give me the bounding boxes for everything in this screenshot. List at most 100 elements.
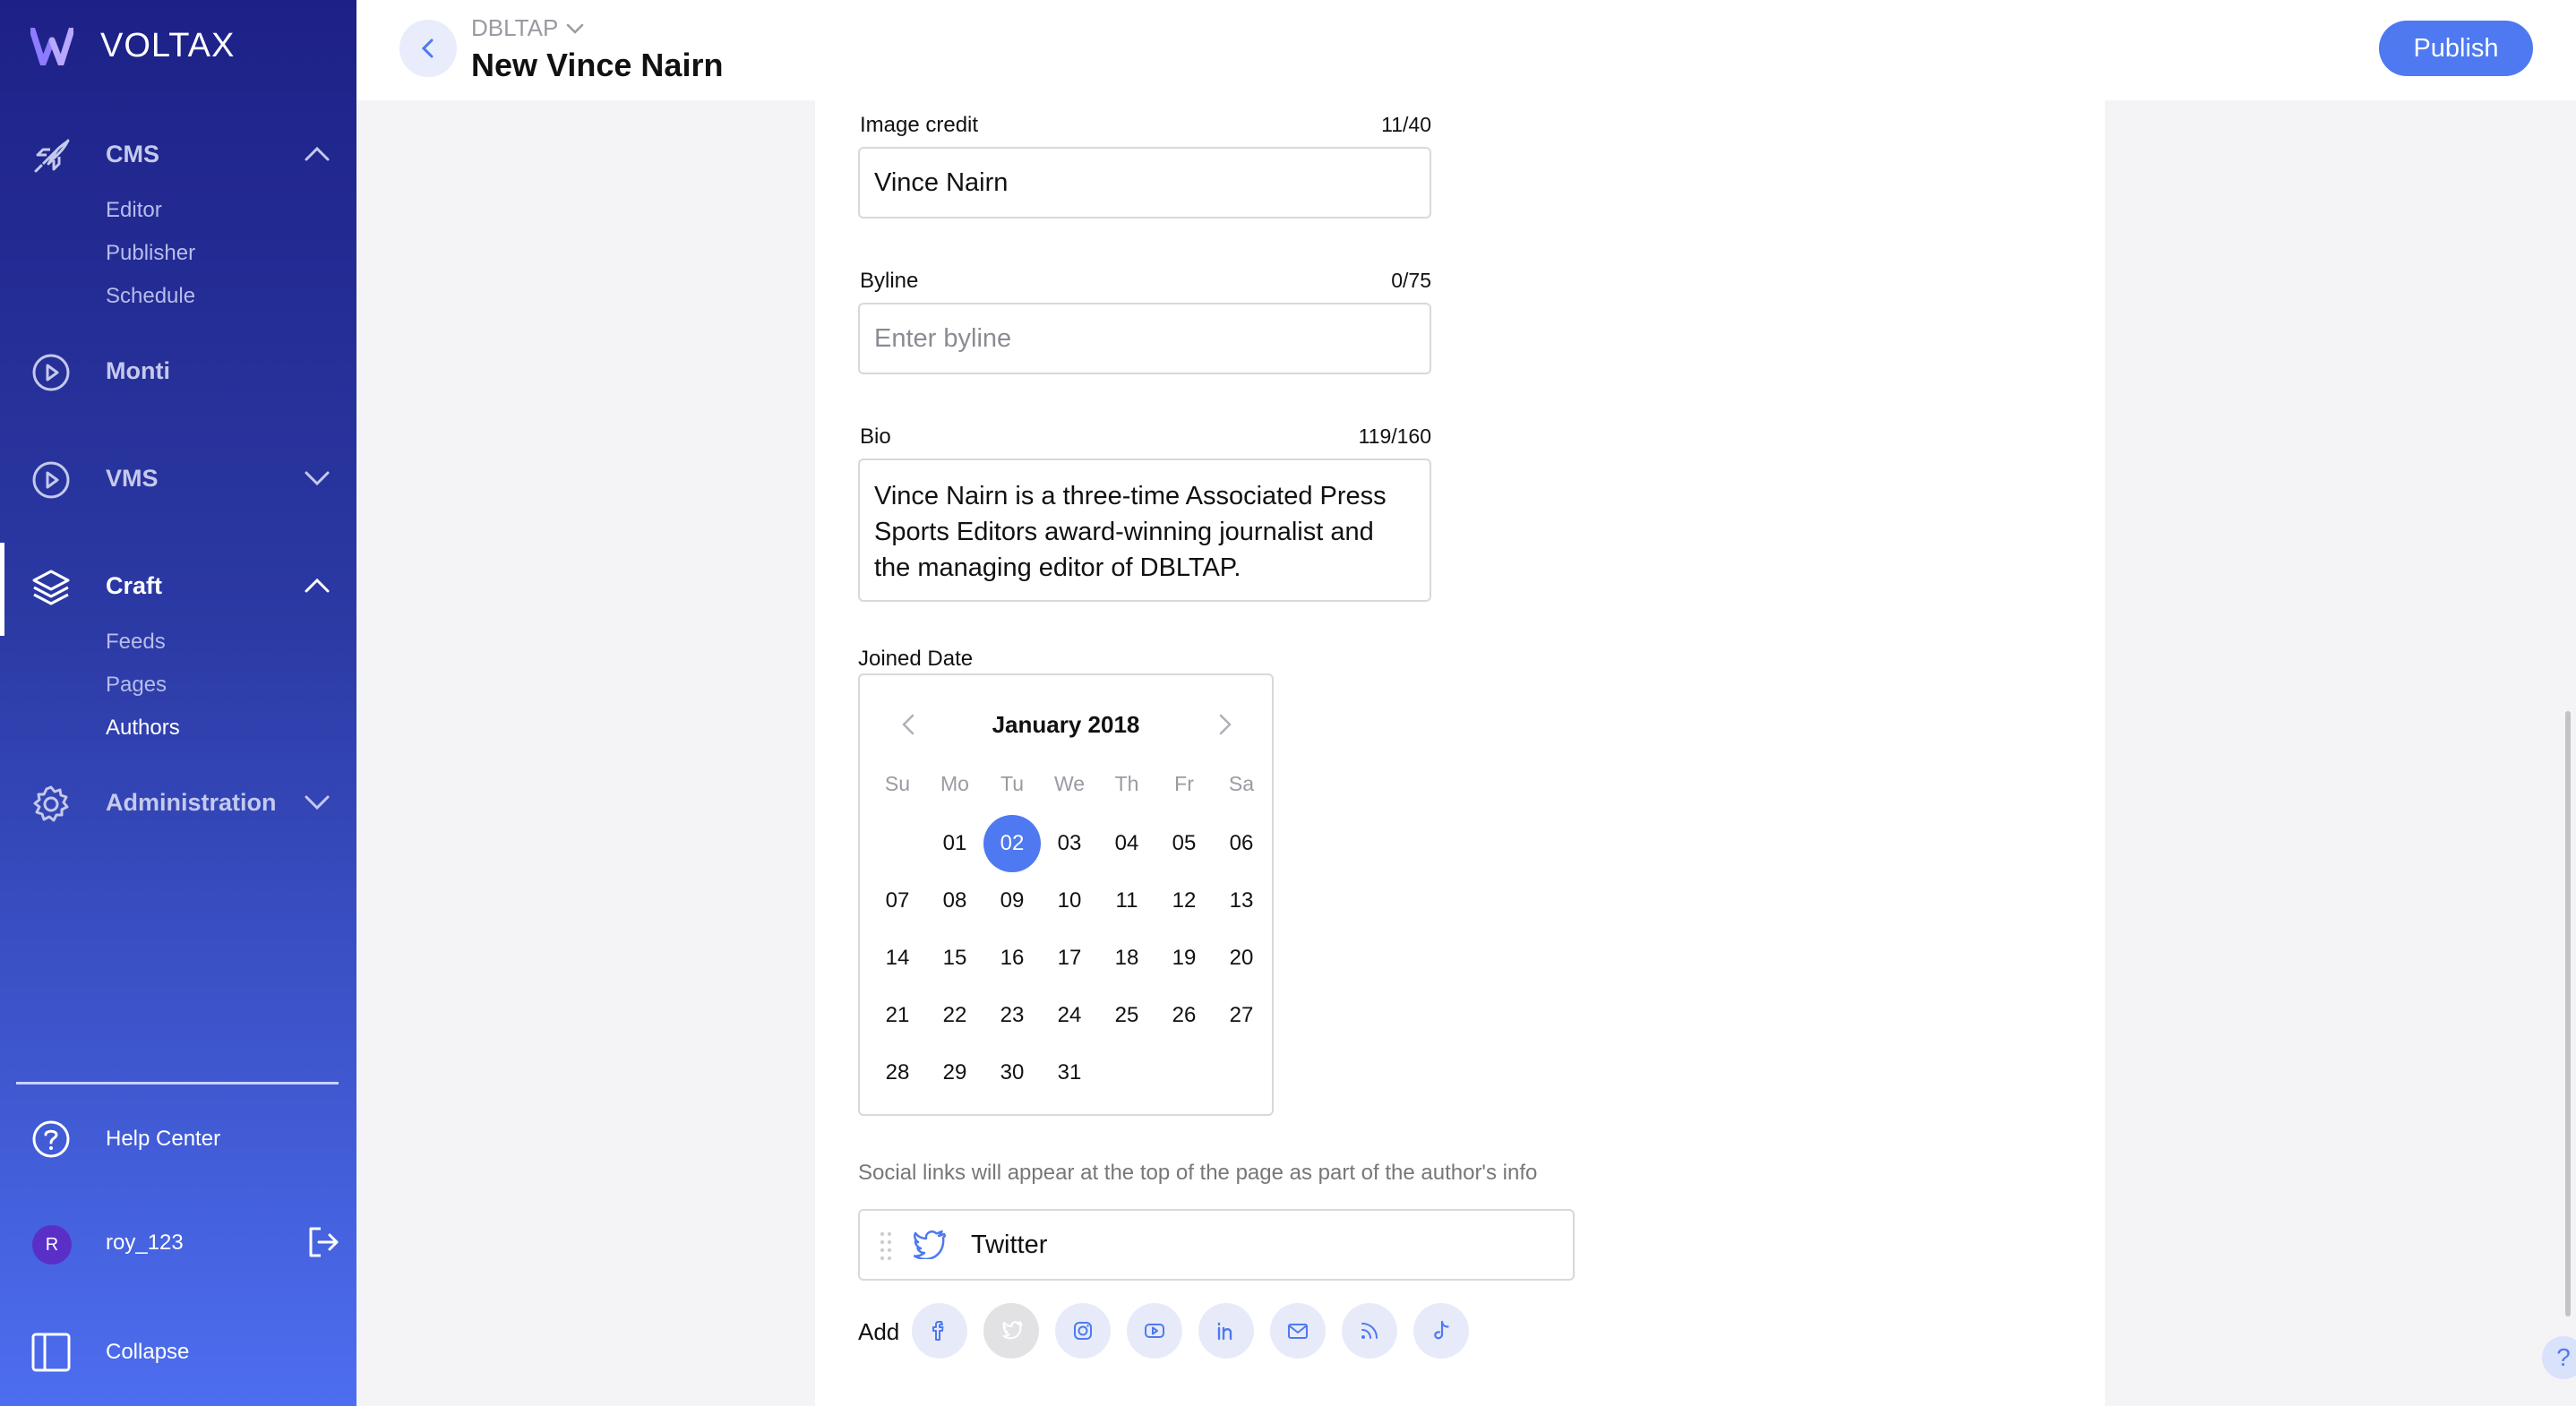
weekday-label: Su <box>884 772 911 795</box>
weekday-label: Tu <box>1000 772 1024 795</box>
nav-section-craft: Craft <box>0 559 356 613</box>
help-button[interactable]: ? <box>2542 1336 2576 1379</box>
twitter-icon <box>914 1230 946 1259</box>
calendar-day[interactable]: 24 <box>1041 987 1098 1044</box>
add-email-button[interactable] <box>1270 1303 1326 1359</box>
calendar-day[interactable]: 15 <box>926 930 983 987</box>
help-center-link[interactable]: Help Center <box>0 1112 356 1166</box>
add-linkedin-button[interactable] <box>1198 1303 1254 1359</box>
calendar-day[interactable]: 29 <box>926 1044 983 1102</box>
chevron-down-icon[interactable] <box>303 793 331 811</box>
logout-icon[interactable] <box>306 1225 340 1259</box>
help-center-label: Help Center <box>106 1127 221 1151</box>
play-circle-icon <box>32 354 70 391</box>
calendar-day[interactable]: 31 <box>1041 1044 1098 1102</box>
site-name: DBLTAP <box>471 14 559 41</box>
drag-handle-icon[interactable] <box>880 1230 892 1261</box>
calendar-day[interactable]: 05 <box>1155 815 1213 872</box>
add-rss-button[interactable] <box>1342 1303 1397 1359</box>
sidebar-item-publisher[interactable]: Publisher <box>106 241 195 266</box>
back-button[interactable] <box>399 20 457 77</box>
sidebar-item-authors[interactable]: Authors <box>106 716 180 741</box>
avatar: R <box>32 1225 72 1265</box>
image-credit-counter: 11/40 <box>1381 113 1431 136</box>
weekday-label: Sa <box>1228 772 1255 795</box>
calendar-day[interactable]: 23 <box>983 987 1041 1044</box>
calendar-day[interactable]: 18 <box>1098 930 1155 987</box>
calendar-day[interactable]: 22 <box>926 987 983 1044</box>
sidebar-item-schedule[interactable]: Schedule <box>106 284 195 309</box>
weekday-label: Th <box>1114 772 1139 795</box>
chevron-right-icon[interactable] <box>1211 711 1238 738</box>
publish-button[interactable]: Publish <box>2379 21 2533 76</box>
nav-label-monti: Monti <box>106 356 170 384</box>
add-tiktok-button[interactable] <box>1413 1303 1469 1359</box>
calendar-day[interactable]: 30 <box>983 1044 1041 1102</box>
layers-icon <box>32 570 70 605</box>
add-instagram-button[interactable] <box>1055 1303 1111 1359</box>
collapse-button[interactable]: Collapse <box>0 1325 356 1379</box>
nav-section-vms: VMS <box>0 451 356 505</box>
sidebar-item-pages[interactable]: Pages <box>106 673 167 698</box>
chevron-down-icon[interactable] <box>303 469 331 487</box>
calendar-day[interactable]: 11 <box>1098 872 1155 930</box>
byline-counter: 0/75 <box>1391 269 1431 292</box>
calendar-day[interactable]: 16 <box>983 930 1041 987</box>
nav-label-craft: Craft <box>106 571 163 599</box>
calendar-day[interactable]: 09 <box>983 872 1041 930</box>
calendar-day[interactable]: 25 <box>1098 987 1155 1044</box>
nav-label-cms: CMS <box>106 140 159 167</box>
calendar-day[interactable]: 10 <box>1041 872 1098 930</box>
sidebar-item-feeds[interactable]: Feeds <box>106 630 166 655</box>
calendar-day[interactable]: 26 <box>1155 987 1213 1044</box>
play-circle-icon <box>32 461 70 499</box>
add-twitter-button[interactable] <box>983 1303 1039 1359</box>
weekday-label: Fr <box>1174 772 1194 795</box>
chevron-up-icon[interactable] <box>303 577 331 595</box>
nav-head-craft[interactable]: Craft <box>0 559 356 613</box>
nav-head-monti[interactable]: Monti <box>0 344 356 398</box>
bio-textarea[interactable]: Vince Nairn is a three-time Associated P… <box>858 459 1431 602</box>
calendar-day[interactable]: 08 <box>926 872 983 930</box>
calendar-day[interactable]: 04 <box>1098 815 1155 872</box>
calendar-day[interactable]: 19 <box>1155 930 1213 987</box>
image-credit-input[interactable]: Vince Nairn <box>858 147 1431 219</box>
user-menu[interactable]: R roy_123 <box>0 1216 356 1270</box>
chevron-up-icon[interactable] <box>303 145 331 163</box>
calendar-day[interactable]: 06 <box>1213 815 1270 872</box>
nav-head-cms[interactable]: CMS <box>0 127 356 181</box>
social-link-row[interactable]: Twitter <box>858 1209 1575 1281</box>
calendar-day[interactable]: 14 <box>869 930 926 987</box>
calendar-day[interactable]: 21 <box>869 987 926 1044</box>
logo[interactable]: VOLTAX <box>30 27 235 65</box>
gear-icon <box>33 785 69 822</box>
sidebar-panel-icon <box>31 1333 71 1372</box>
calendar-day[interactable]: 07 <box>869 872 926 930</box>
mail-icon <box>1288 1324 1308 1339</box>
calendar-day[interactable]: 12 <box>1155 872 1213 930</box>
page-title: New Vince Nairn <box>471 47 724 83</box>
calendar-day[interactable]: 28 <box>869 1044 926 1102</box>
nav-head-administration[interactable]: Administration <box>0 776 356 829</box>
instagram-icon <box>1074 1322 1092 1340</box>
calendar-day[interactable]: 20 <box>1213 930 1270 987</box>
calendar-day-selected[interactable]: 02 <box>983 815 1041 872</box>
bio-counter: 119/160 <box>1358 424 1431 448</box>
tiktok-icon <box>1434 1320 1449 1340</box>
nav-head-vms[interactable]: VMS <box>0 451 356 505</box>
weekday-label: We <box>1053 772 1086 795</box>
site-selector[interactable]: DBLTAP <box>471 14 585 42</box>
add-youtube-button[interactable] <box>1127 1303 1182 1359</box>
bio-label: Bio <box>860 424 891 449</box>
byline-input[interactable]: Enter byline <box>858 303 1431 374</box>
add-facebook-button[interactable] <box>912 1303 967 1359</box>
linkedin-icon <box>1217 1322 1232 1341</box>
sidebar-item-editor[interactable]: Editor <box>106 198 162 223</box>
calendar-day[interactable]: 13 <box>1213 872 1270 930</box>
calendar-day[interactable]: 27 <box>1213 987 1270 1044</box>
calendar-day[interactable]: 17 <box>1041 930 1098 987</box>
calendar-day[interactable]: 03 <box>1041 815 1098 872</box>
scrollbar[interactable] <box>2565 711 2571 1316</box>
joined-date-label: Joined Date <box>858 647 974 671</box>
calendar-day[interactable]: 01 <box>926 815 983 872</box>
